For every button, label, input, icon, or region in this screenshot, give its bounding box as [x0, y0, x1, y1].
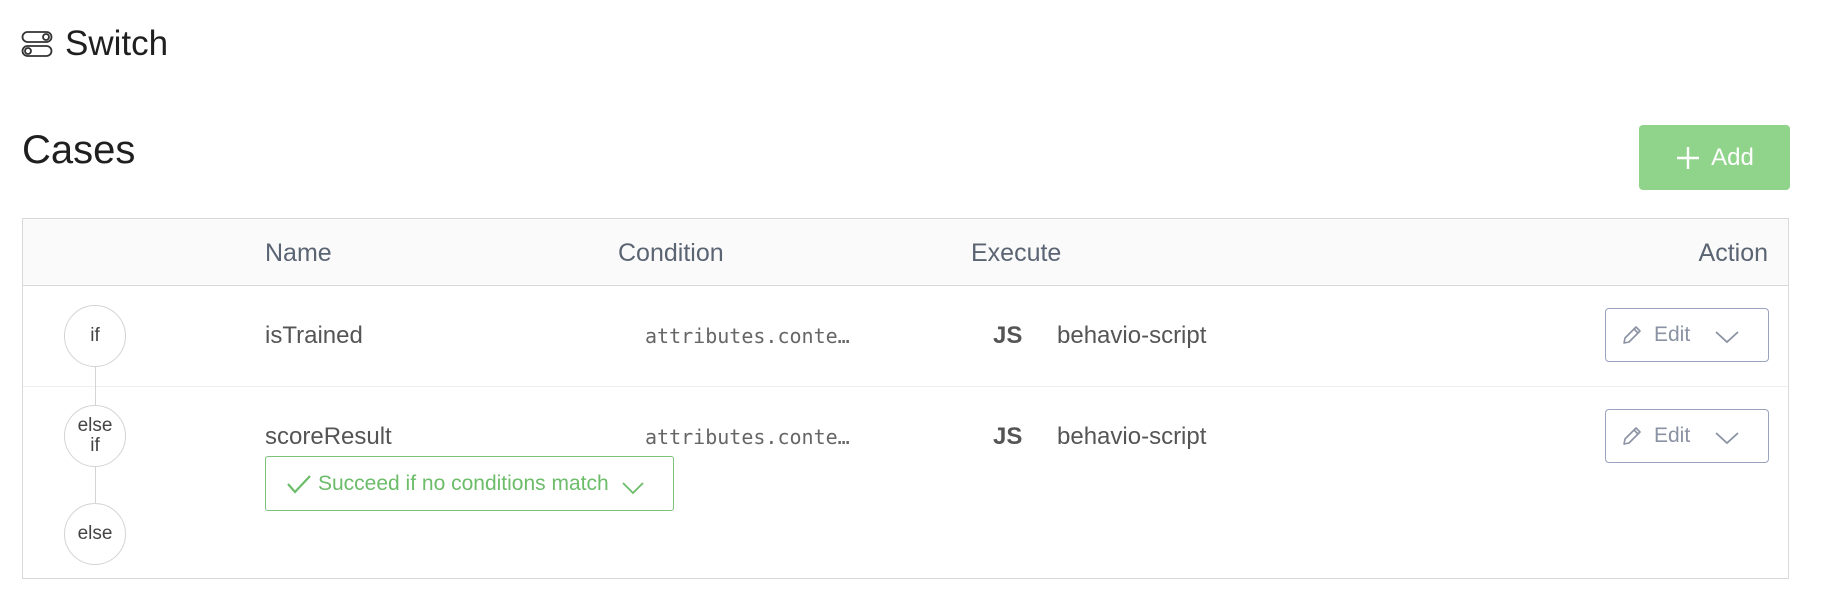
js-language-icon: JS [993, 322, 1023, 349]
case-condition: attributes.conte… [645, 324, 850, 348]
column-header-condition: Condition [618, 239, 724, 267]
default-action-label: Succeed if no conditions match [318, 471, 609, 495]
toggle-switch-icon [21, 29, 53, 59]
add-button-label: Add [1711, 143, 1754, 171]
column-header-name: Name [265, 239, 332, 267]
chevron-down-icon[interactable] [1714, 327, 1740, 344]
case-name: scoreResult [265, 423, 392, 450]
js-language-icon: JS [993, 423, 1023, 450]
cases-title: Cases [22, 128, 136, 172]
pencil-icon [1620, 323, 1644, 347]
column-header-action: Action [1698, 239, 1768, 267]
section-header: Switch [21, 26, 168, 61]
case-execute-target: behavio-script [1057, 423, 1207, 450]
table-row: if isTrained attributes.conte… JS behavi… [23, 286, 1788, 387]
case-type-badge: if [64, 305, 126, 367]
plus-icon [1675, 145, 1701, 171]
case-execute-target: behavio-script [1057, 322, 1207, 349]
table-header: Name Condition Execute Action [23, 219, 1788, 286]
column-header-execute: Execute [971, 239, 1062, 267]
edit-button-label: Edit [1654, 424, 1691, 447]
cases-table: Name Condition Execute Action if isTrain… [22, 218, 1789, 579]
section-title: Switch [65, 24, 169, 63]
chevron-down-icon [621, 477, 645, 494]
case-name: isTrained [265, 322, 363, 349]
chevron-down-icon[interactable] [1714, 428, 1740, 445]
case-condition: attributes.conte… [645, 425, 850, 449]
edit-case-button[interactable]: Edit [1605, 308, 1769, 362]
case-type-badge: else [64, 503, 126, 565]
pencil-icon [1620, 424, 1644, 448]
case-type-badge: else if [64, 405, 126, 467]
add-case-button[interactable]: Add [1639, 125, 1790, 190]
edit-button-label: Edit [1654, 323, 1691, 346]
default-action-dropdown[interactable]: Succeed if no conditions match [265, 456, 674, 511]
edit-case-button[interactable]: Edit [1605, 409, 1769, 463]
checkmark-icon [286, 473, 312, 495]
